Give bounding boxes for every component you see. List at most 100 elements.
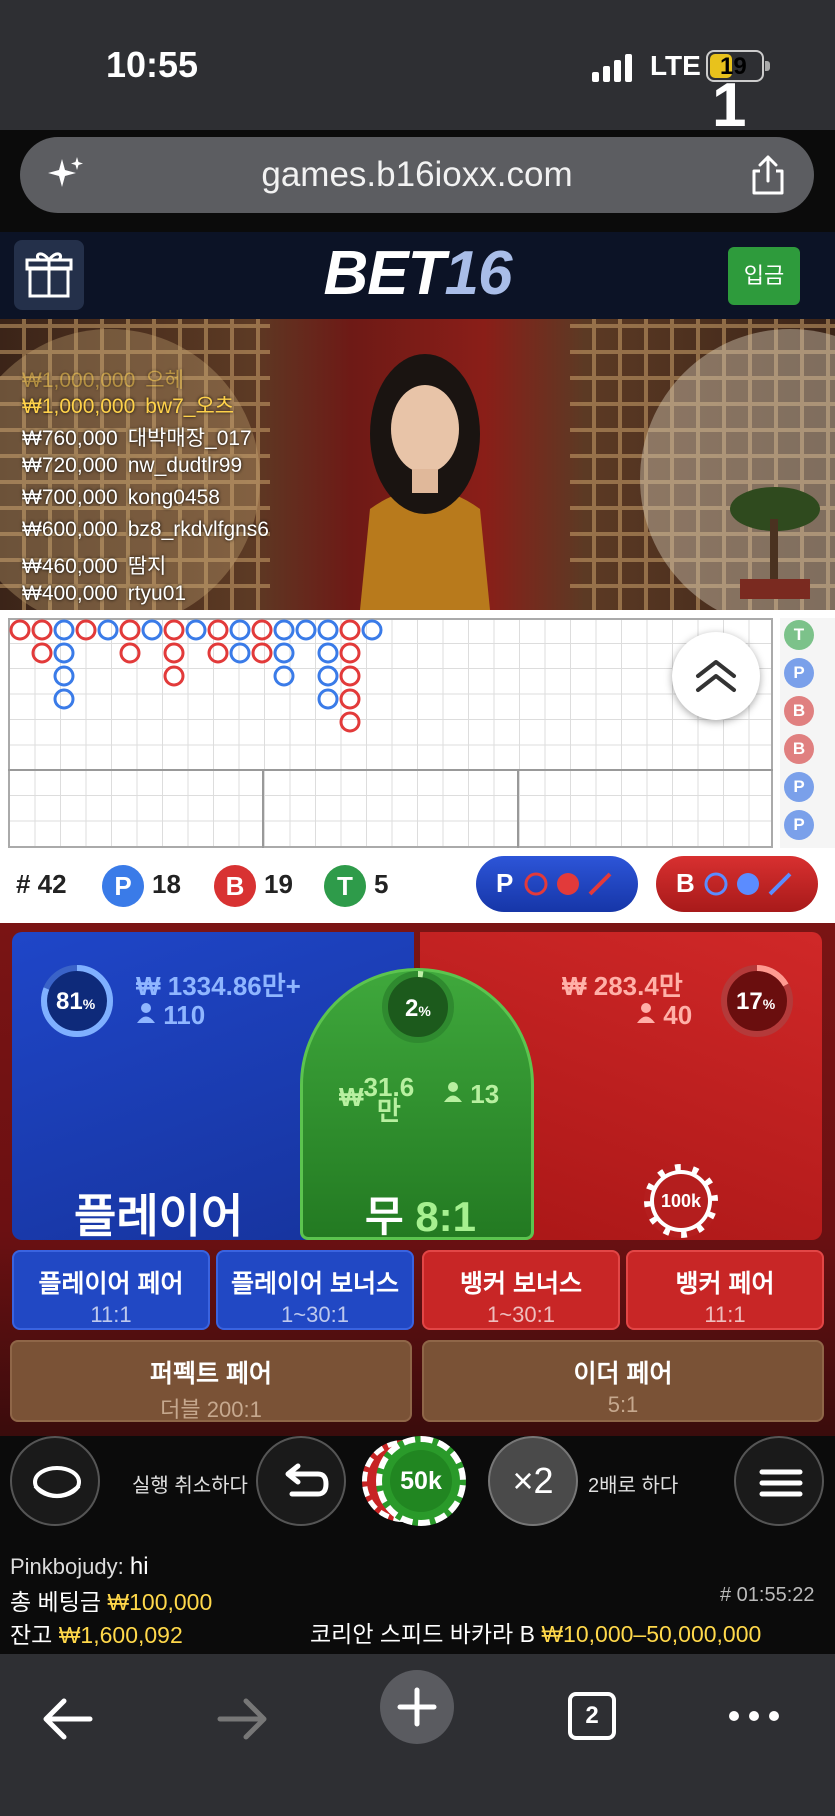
prediction-icons xyxy=(704,872,792,896)
banker-bonus-button[interactable]: 뱅커 보너스 1~30:1 xyxy=(422,1250,620,1330)
player-badge: P xyxy=(102,865,144,907)
player-road-mark xyxy=(53,642,75,664)
undo-label: 실행 취소하다 xyxy=(132,1475,248,1497)
bead-player: P xyxy=(784,772,814,802)
double-chevron-up-icon xyxy=(696,660,736,692)
player-percent: 81% xyxy=(56,988,96,1015)
banker-pair-button[interactable]: 뱅커 페어 11:1 xyxy=(626,1250,824,1330)
chip-selector[interactable]: 50k xyxy=(362,1436,474,1526)
banker-road-mark xyxy=(75,619,97,641)
bonsai-plant xyxy=(730,487,820,599)
double-label: 2배로 하다 xyxy=(588,1475,679,1497)
player-road-mark xyxy=(295,619,317,641)
player-road-mark xyxy=(141,619,163,641)
banker-users: 40 xyxy=(636,1000,692,1031)
leaderboard-row: ₩720,000 nw_dudtlr99 xyxy=(22,454,243,477)
leaderboard-row: ₩700,000 kong0458 xyxy=(22,486,220,509)
double-icon: ×2 xyxy=(512,1460,554,1501)
tie-percent: 2% xyxy=(405,995,431,1022)
player-pair-button[interactable]: 플레이어 페어 11:1 xyxy=(12,1250,210,1330)
collapse-button[interactable] xyxy=(672,632,760,720)
tie-count: 5 xyxy=(374,869,389,899)
url-text[interactable]: games.b16ioxx.com xyxy=(20,137,814,213)
undo-button[interactable] xyxy=(256,1436,346,1526)
banker-road-mark xyxy=(207,642,229,664)
banker-road-mark xyxy=(163,642,185,664)
player-road-mark xyxy=(53,665,75,687)
chat-message: Pinkbojudy: hi xyxy=(10,1553,149,1580)
site-logo[interactable]: BET16 xyxy=(0,238,835,309)
banker-road-mark xyxy=(31,619,53,641)
hamburger-icon xyxy=(759,1469,803,1497)
clock-time: 10:55 xyxy=(106,44,199,85)
lobby-button[interactable] xyxy=(10,1436,100,1526)
menu-button[interactable] xyxy=(734,1436,824,1526)
perfect-pair-button[interactable]: 퍼펙트 페어 더블 200:1 xyxy=(10,1340,412,1422)
player-bonus-button[interactable]: 플레이어 보너스 1~30:1 xyxy=(216,1250,414,1330)
banker-road-mark xyxy=(339,619,361,641)
banker-road-mark xyxy=(163,665,185,687)
forward-arrow-icon[interactable] xyxy=(216,1694,270,1744)
player-road-mark xyxy=(229,642,251,664)
player-road-mark xyxy=(97,619,119,641)
bead-player: P xyxy=(784,658,814,688)
tie-total: ₩31.6 만 xyxy=(339,1072,415,1126)
round-id: # 01:55:22 xyxy=(720,1584,815,1606)
bead-player: P xyxy=(784,810,814,840)
deposit-button[interactable]: 입금 xyxy=(728,247,800,305)
banker-road-mark xyxy=(9,619,31,641)
prediction-icons xyxy=(524,872,612,896)
more-icon[interactable] xyxy=(726,1708,782,1724)
address-bar[interactable]: games.b16ioxx.com xyxy=(20,137,814,213)
share-icon[interactable] xyxy=(746,153,790,197)
leaderboard-row: ₩1,000,000 bw7_오츠 xyxy=(22,395,235,418)
leaderboard-row: ₩760,000 대박매장_017 xyxy=(22,427,252,450)
tie-bet-area[interactable]: 2% ₩31.6 만 13 무 8:1 xyxy=(300,968,534,1240)
tie-label: 무 8:1 xyxy=(365,1193,477,1240)
bead-tie: T xyxy=(784,620,814,650)
player-road-mark xyxy=(317,619,339,641)
tabs-button[interactable]: 2 xyxy=(568,1692,616,1740)
predict-banker-button[interactable]: B xyxy=(656,856,818,912)
either-pair-button[interactable]: 이더 페어 5:1 xyxy=(422,1340,824,1422)
back-arrow-icon[interactable] xyxy=(40,1694,94,1744)
banker-road-mark xyxy=(163,619,185,641)
user-icon xyxy=(137,1003,155,1023)
placed-chip[interactable]: 100k xyxy=(644,1164,718,1238)
leaderboard-row: ₩460,000 땀지 xyxy=(22,555,167,578)
sparkle-icon[interactable] xyxy=(46,155,86,195)
round-number: 1 xyxy=(712,71,747,140)
new-tab-button[interactable] xyxy=(380,1670,454,1744)
player-road-mark xyxy=(317,665,339,687)
bead-banker: B xyxy=(784,734,814,764)
banker-percent: 17% xyxy=(736,988,776,1015)
tie-users: 13 xyxy=(443,1079,499,1110)
player-road-mark xyxy=(273,642,295,664)
network-type: LTE xyxy=(650,50,701,81)
leaderboard-row: ₩600,000 bz8_rkdvlfgns6 xyxy=(22,518,269,541)
undo-icon xyxy=(285,1463,329,1497)
balance: 잔고 ₩1,600,092 xyxy=(10,1622,183,1648)
plus-icon xyxy=(397,1687,437,1727)
banker-road-mark xyxy=(339,688,361,710)
player-road-mark xyxy=(53,688,75,710)
total-rounds: # 42 xyxy=(16,869,67,899)
banker-count: 19 xyxy=(264,869,293,899)
player-road-mark xyxy=(273,619,295,641)
bead-road[interactable]: T P B B P P xyxy=(780,618,835,848)
player-road-mark xyxy=(229,619,251,641)
predict-player-button[interactable]: P xyxy=(476,856,638,912)
player-count: 18 xyxy=(152,869,181,899)
player-label: 플레이어 xyxy=(74,1190,244,1242)
banker-road-mark xyxy=(207,619,229,641)
player-road-mark xyxy=(53,619,75,641)
player-road-mark xyxy=(317,642,339,664)
double-button[interactable]: ×2 xyxy=(488,1436,578,1526)
selected-chip[interactable]: 50k xyxy=(376,1436,466,1526)
player-users: 110 xyxy=(136,1000,205,1031)
road-marks xyxy=(8,619,773,848)
player-road-mark xyxy=(273,665,295,687)
banker-road-mark xyxy=(251,619,273,641)
player-road-mark xyxy=(361,619,383,641)
banker-road-mark xyxy=(339,711,361,733)
